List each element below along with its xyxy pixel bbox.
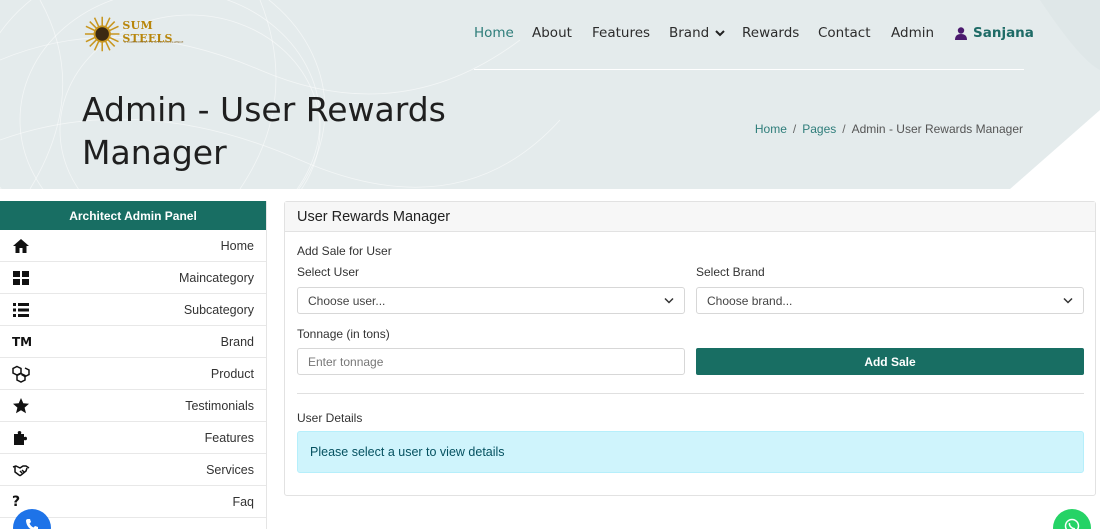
sidebar-item-label: Faq (232, 494, 254, 509)
sidebar-item-subcategory[interactable]: Subcategory (0, 294, 266, 326)
handshake-icon (12, 464, 30, 476)
select-brand-label: Select Brand (696, 265, 765, 279)
select-user-dropdown[interactable]: Choose user... (297, 287, 685, 314)
sidebar-item-features[interactable]: Features (0, 422, 266, 454)
select-user-value: Choose user... (308, 293, 386, 308)
user-details-heading: User Details (297, 411, 363, 425)
nav-user-profile[interactable]: Sanjana (955, 24, 1034, 42)
chevron-down-icon (664, 297, 674, 304)
tonnage-placeholder: Enter tonnage (308, 354, 384, 369)
nav-contact[interactable]: Contact (818, 24, 871, 42)
sidebar-item-product[interactable]: Product (0, 358, 266, 390)
sidebar-item-maincategory[interactable]: Maincategory (0, 262, 266, 294)
user-details-message: Please select a user to view details (310, 445, 505, 459)
brand-tagline: A COMMITMENT TO STEEL EXCELLENCE (124, 40, 184, 44)
sidebar-item-brand[interactable]: TM Brand (0, 326, 266, 358)
whatsapp-icon (1064, 518, 1080, 529)
sidebar-item-services[interactable]: Services (0, 454, 266, 486)
user-details-info-alert: Please select a user to view details (297, 431, 1084, 473)
add-sale-button[interactable]: Add Sale (696, 348, 1084, 375)
tonnage-input[interactable]: Enter tonnage (297, 348, 685, 375)
sidebar-item-label: Testimonials (185, 398, 254, 413)
sidebar-item-label: Brand (220, 334, 254, 349)
sidebar-item-label: Services (206, 462, 254, 477)
breadcrumb: Home / Pages / Admin - User Rewards Manager (754, 122, 1023, 136)
sidebar-item-label: Subcategory (183, 302, 254, 317)
puzzle-icon (14, 430, 27, 445)
nav-home[interactable]: Home (474, 24, 514, 42)
sidebar-item-label: Features (204, 430, 254, 445)
nav-about[interactable]: About (532, 24, 572, 42)
hero-banner: SUM STEELS A COMMITMENT TO STEEL EXCELLE… (0, 0, 1100, 189)
card-title: User Rewards Manager (285, 202, 1095, 232)
sidebar-item-label: Maincategory (178, 270, 254, 285)
nav-rewards[interactable]: Rewards (742, 24, 799, 42)
page-title: Admin - User Rewards Manager (82, 90, 446, 172)
select-brand-value: Choose brand... (707, 293, 793, 308)
select-brand-dropdown[interactable]: Choose brand... (696, 287, 1084, 314)
whatsapp-floating-button[interactable] (1053, 509, 1091, 529)
home-icon (13, 238, 29, 253)
section-divider (297, 393, 1084, 394)
sidebar-item-testimonials[interactable]: Testimonials (0, 390, 266, 422)
chevron-down-icon (715, 30, 725, 37)
nav-features[interactable]: Features (592, 24, 650, 42)
breadcrumb-current: Admin - User Rewards Manager (851, 122, 1023, 136)
admin-sidebar: Architect Admin Panel Home Maincategory … (0, 201, 267, 529)
star-icon (13, 397, 29, 413)
question-icon: ? (12, 493, 21, 510)
nav-user-name: Sanjana (973, 25, 1034, 41)
sun-logo-icon (84, 16, 120, 52)
grid-icon (13, 270, 29, 285)
trademark-icon: TM (12, 334, 33, 349)
sidebar-item-label: Product (210, 366, 254, 381)
phone-icon (26, 519, 38, 529)
sidebar-title: Architect Admin Panel (0, 201, 266, 230)
breadcrumb-pages[interactable]: Pages (802, 122, 836, 136)
list-icon (13, 302, 29, 317)
boxes-icon (12, 365, 30, 383)
select-user-label: Select User (297, 265, 360, 279)
chevron-down-icon (1063, 297, 1073, 304)
tonnage-label: Tonnage (in tons) (297, 327, 390, 341)
nav-divider (474, 69, 1024, 70)
nav-brand-dropdown[interactable]: Brand (669, 24, 725, 42)
nav-brand-label: Brand (669, 25, 710, 41)
sidebar-item-label: Home (220, 238, 254, 253)
nav-admin[interactable]: Admin (891, 24, 934, 42)
user-icon (955, 26, 967, 40)
sidebar-item-home[interactable]: Home (0, 230, 266, 262)
breadcrumb-home[interactable]: Home (755, 122, 787, 136)
brand-logo[interactable]: SUM STEELS A COMMITMENT TO STEEL EXCELLE… (84, 14, 204, 54)
rewards-manager-card: User Rewards Manager Add Sale for User S… (284, 201, 1096, 496)
section-add-sale-heading: Add Sale for User (297, 244, 392, 258)
